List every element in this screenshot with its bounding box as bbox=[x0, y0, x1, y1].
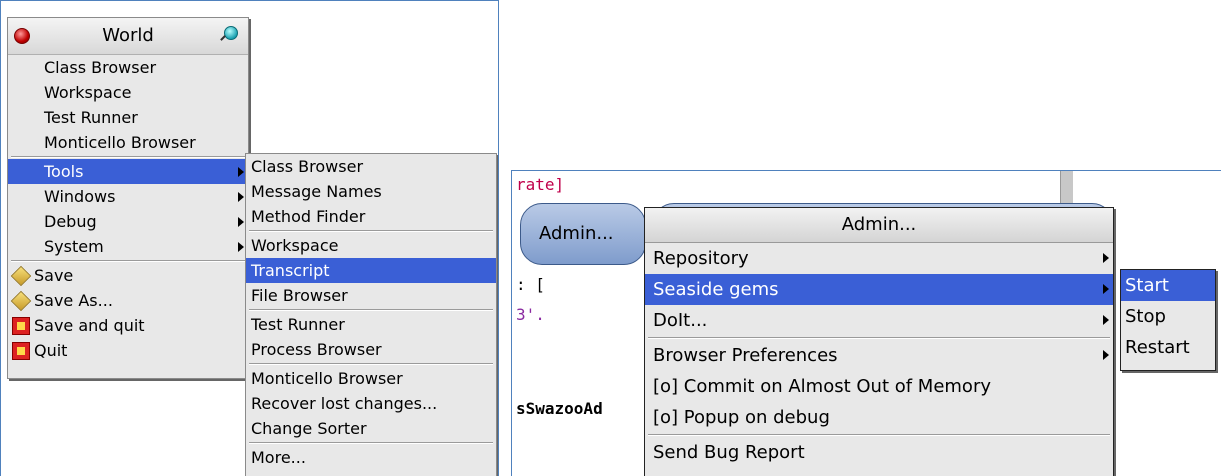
menu-divider bbox=[249, 363, 493, 365]
quit-icon bbox=[12, 342, 30, 360]
world-submenu-tools[interactable]: Tools bbox=[8, 159, 248, 184]
seaside-item-restart[interactable]: Restart bbox=[1121, 332, 1215, 363]
close-icon[interactable] bbox=[14, 28, 30, 44]
code-fragment: rate] bbox=[516, 175, 565, 194]
submenu-arrow-icon bbox=[1103, 350, 1109, 360]
submenu-arrow-icon bbox=[238, 192, 244, 202]
tools-item-file-browser[interactable]: File Browser bbox=[246, 283, 496, 308]
world-action-save[interactable]: Save bbox=[8, 263, 248, 288]
admin-menu: Admin... Repository Seaside gems DoIt...… bbox=[644, 207, 1114, 476]
world-submenu-system[interactable]: System bbox=[8, 234, 248, 259]
admin-item-browser-preferences-label: Browser Preferences bbox=[653, 345, 838, 366]
menu-divider bbox=[648, 337, 1110, 339]
submenu-arrow-icon bbox=[238, 167, 244, 177]
world-item-test-runner[interactable]: Test Runner bbox=[8, 105, 248, 130]
submenu-arrow-icon bbox=[238, 242, 244, 252]
world-item-monticello-browser[interactable]: Monticello Browser bbox=[8, 130, 248, 155]
seaside-item-stop[interactable]: Stop bbox=[1121, 301, 1215, 332]
admin-item-commit-on-oom[interactable]: [o] Commit on Almost Out of Memory bbox=[645, 371, 1113, 402]
world-item-class-browser[interactable]: Class Browser bbox=[8, 55, 248, 80]
search-icon[interactable] bbox=[224, 26, 238, 40]
world-menu: World Class Browser Workspace Test Runne… bbox=[7, 17, 249, 379]
save-as-icon bbox=[10, 290, 32, 312]
tools-submenu: Class Browser Message Names Method Finde… bbox=[245, 153, 497, 476]
menu-divider bbox=[11, 260, 245, 262]
tools-item-method-finder[interactable]: Method Finder bbox=[246, 204, 496, 229]
tools-item-message-names[interactable]: Message Names bbox=[246, 179, 496, 204]
admin-item-send-bug-report[interactable]: Send Bug Report bbox=[645, 437, 1113, 468]
world-menu-title: World bbox=[102, 25, 154, 46]
save-and-quit-icon bbox=[12, 317, 30, 335]
admin-menu-screenshot-panel: rate] : [ 3'. sSwazooAd Admin... Admin..… bbox=[511, 170, 1221, 476]
submenu-arrow-icon bbox=[238, 217, 244, 227]
tools-item-class-browser[interactable]: Class Browser bbox=[246, 154, 496, 179]
menu-divider bbox=[11, 156, 245, 158]
tools-item-test-runner[interactable]: Test Runner bbox=[246, 312, 496, 337]
menu-divider bbox=[249, 309, 493, 311]
code-line: rate] bbox=[516, 175, 564, 194]
world-action-save-as-label: Save As... bbox=[34, 291, 113, 310]
tools-item-change-sorter[interactable]: Change Sorter bbox=[246, 416, 496, 441]
world-action-save-label: Save bbox=[34, 266, 74, 285]
submenu-arrow-icon bbox=[1103, 284, 1109, 294]
tools-item-monticello-browser[interactable]: Monticello Browser bbox=[246, 366, 496, 391]
code-line: : [ bbox=[516, 275, 545, 294]
admin-item-repository-label: Repository bbox=[653, 248, 749, 269]
world-submenu-windows-label: Windows bbox=[44, 187, 116, 206]
admin-item-doit[interactable]: DoIt... bbox=[645, 305, 1113, 336]
tools-item-transcript[interactable]: Transcript bbox=[246, 258, 496, 283]
menu-divider bbox=[648, 434, 1110, 436]
admin-menu-title: Admin... bbox=[645, 208, 1113, 243]
code-editor-area[interactable] bbox=[512, 171, 1072, 203]
admin-item-seaside-gems[interactable]: Seaside gems bbox=[645, 274, 1113, 305]
world-submenu-windows[interactable]: Windows bbox=[8, 184, 248, 209]
world-menu-title-bar: World bbox=[8, 18, 248, 55]
code-line: 3'. bbox=[516, 305, 545, 324]
seaside-item-start[interactable]: Start bbox=[1121, 270, 1215, 301]
admin-item-browser-preferences[interactable]: Browser Preferences bbox=[645, 340, 1113, 371]
tools-item-process-browser[interactable]: Process Browser bbox=[246, 337, 496, 362]
tools-item-more[interactable]: More... bbox=[246, 445, 496, 470]
code-line: sSwazooAd bbox=[516, 399, 603, 418]
submenu-arrow-icon bbox=[1103, 253, 1109, 263]
menu-divider bbox=[249, 442, 493, 444]
world-action-quit-label: Quit bbox=[34, 341, 68, 360]
admin-button[interactable]: Admin... bbox=[520, 203, 646, 265]
save-icon bbox=[10, 265, 32, 287]
menu-divider bbox=[249, 230, 493, 232]
world-action-save-as[interactable]: Save As... bbox=[8, 288, 248, 313]
world-action-quit[interactable]: Quit bbox=[8, 338, 248, 363]
admin-item-seaside-gems-label: Seaside gems bbox=[653, 279, 779, 300]
tools-item-workspace[interactable]: Workspace bbox=[246, 233, 496, 258]
world-submenu-debug-label: Debug bbox=[44, 212, 97, 231]
world-submenu-tools-label: Tools bbox=[44, 162, 84, 181]
world-action-save-and-quit[interactable]: Save and quit bbox=[8, 313, 248, 338]
world-action-save-and-quit-label: Save and quit bbox=[34, 316, 145, 335]
world-item-workspace[interactable]: Workspace bbox=[8, 80, 248, 105]
admin-item-popup-on-debug[interactable]: [o] Popup on debug bbox=[645, 402, 1113, 433]
tools-item-recover-lost-changes[interactable]: Recover lost changes... bbox=[246, 391, 496, 416]
world-menu-screenshot-panel: World Class Browser Workspace Test Runne… bbox=[0, 0, 499, 476]
admin-item-doit-label: DoIt... bbox=[653, 310, 708, 331]
world-submenu-debug[interactable]: Debug bbox=[8, 209, 248, 234]
submenu-arrow-icon bbox=[1103, 315, 1109, 325]
seaside-gems-submenu: Start Stop Restart bbox=[1120, 269, 1216, 371]
admin-item-repository[interactable]: Repository bbox=[645, 243, 1113, 274]
world-submenu-system-label: System bbox=[44, 237, 104, 256]
